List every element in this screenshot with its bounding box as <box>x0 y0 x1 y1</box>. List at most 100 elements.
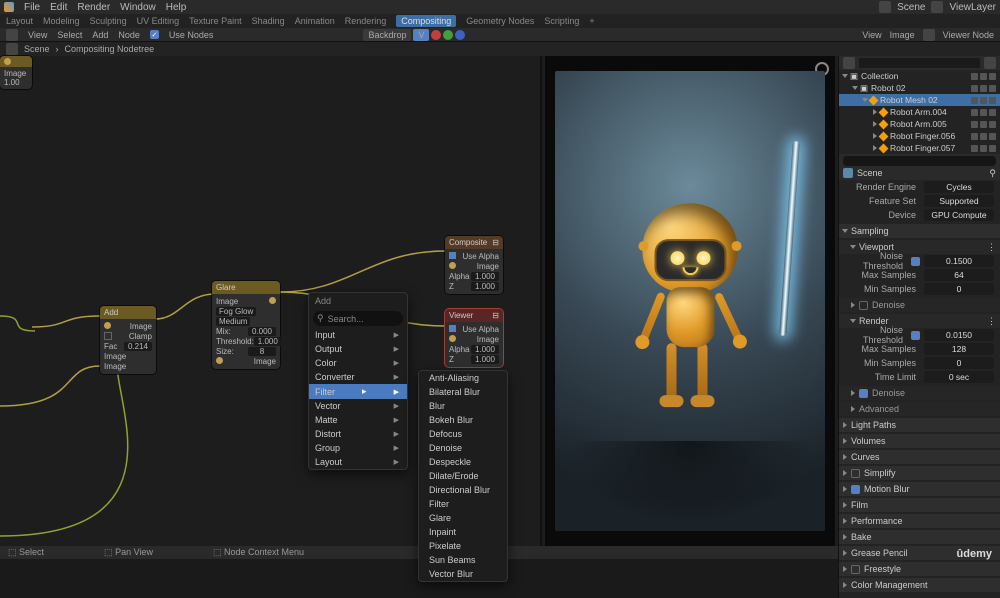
tab-compositing[interactable]: Compositing <box>396 15 456 27</box>
tab-modeling[interactable]: Modeling <box>43 16 80 26</box>
arrow-icon[interactable] <box>6 43 18 55</box>
sub-filter[interactable]: Filter <box>419 497 507 511</box>
viewlayer-icon[interactable] <box>931 1 943 13</box>
sub-dilateerode[interactable]: Dilate/Erode <box>419 469 507 483</box>
sub-defocus[interactable]: Defocus <box>419 427 507 441</box>
menu-vector[interactable]: Vector▶ <box>309 399 407 413</box>
header-view[interactable]: View <box>28 30 47 40</box>
options-icon[interactable]: ⋮ <box>987 316 996 327</box>
menu-help[interactable]: Help <box>166 2 187 13</box>
curves-section[interactable]: Curves <box>839 450 1000 464</box>
denoise-vp-section[interactable]: Denoise <box>839 298 1000 312</box>
menu-file[interactable]: File <box>24 2 40 13</box>
tab-animation[interactable]: Animation <box>295 16 335 26</box>
tab-sculpting[interactable]: Sculpting <box>90 16 127 26</box>
sub-inpaint[interactable]: Inpaint <box>419 525 507 539</box>
sub-directionalblur[interactable]: Directional Blur <box>419 483 507 497</box>
min-samples-r-value[interactable]: 0 <box>924 357 994 369</box>
sampling-section[interactable]: Sampling <box>839 224 1000 238</box>
node-viewer[interactable]: Viewer⊟ Use Alpha Image Alpha1.000 Z1.00… <box>445 309 503 367</box>
channel-g-button[interactable] <box>443 30 453 40</box>
sub-antialiasing[interactable]: Anti-Aliasing <box>419 371 507 385</box>
tab-scripting[interactable]: Scripting <box>544 16 579 26</box>
node-val[interactable]: 1.00 <box>4 78 28 87</box>
pin-icon[interactable]: ⚲ <box>989 168 996 179</box>
noise-r-value[interactable]: 0.0150 <box>924 329 994 341</box>
tab-rendering[interactable]: Rendering <box>345 16 387 26</box>
collapse-icon[interactable]: ⊟ <box>492 311 499 320</box>
menu-converter[interactable]: Converter▶ <box>309 370 407 384</box>
viewer-node-label[interactable]: Viewer Node <box>943 30 994 40</box>
scene-name[interactable]: Scene <box>897 2 925 13</box>
node-editor[interactable]: Image1.00 Add Image Clamp Fac0.214 Image… <box>0 56 540 546</box>
scene-icon[interactable] <box>879 1 891 13</box>
denoise-r-checkbox[interactable] <box>859 389 868 398</box>
channel-r-button[interactable] <box>431 30 441 40</box>
node-image-left[interactable]: Image1.00 <box>0 56 32 89</box>
sub-bokehblur[interactable]: Bokeh Blur <box>419 413 507 427</box>
channel-b-button[interactable] <box>455 30 465 40</box>
menu-render[interactable]: Render <box>77 2 110 13</box>
render-engine-select[interactable]: Cycles <box>924 181 994 193</box>
noise-r-checkbox[interactable] <box>911 331 920 340</box>
menu-input[interactable]: Input▶ <box>309 328 407 342</box>
image-browse-icon[interactable] <box>923 29 935 41</box>
menu-matte[interactable]: Matte▶ <box>309 413 407 427</box>
denoise-vp-checkbox[interactable] <box>859 301 868 310</box>
filter-icon[interactable] <box>984 57 996 69</box>
outliner-search[interactable] <box>859 58 980 68</box>
performance-section[interactable]: Performance <box>839 514 1000 528</box>
node-glare[interactable]: Glare Image Fog Glow Medium Mix:0.000 Th… <box>212 281 280 369</box>
sub-pixelate[interactable]: Pixelate <box>419 539 507 553</box>
tab-add-icon[interactable]: + <box>589 16 594 26</box>
sub-glare[interactable]: Glare <box>419 511 507 525</box>
outliner-filter-input[interactable] <box>843 156 996 166</box>
tab-uvediting[interactable]: UV Editing <box>137 16 180 26</box>
sub-vectorblur[interactable]: Vector Blur <box>419 567 507 581</box>
volumes-section[interactable]: Volumes <box>839 434 1000 448</box>
viewer-header-image[interactable]: Image <box>890 30 915 40</box>
viewer-header-view[interactable]: View <box>862 30 881 40</box>
sub-bilateralblur[interactable]: Bilateral Blur <box>419 385 507 399</box>
menu-search-field[interactable]: ⚲ Search... <box>313 311 403 326</box>
node-add[interactable]: Add Image Clamp Fac0.214 Image Image <box>100 306 156 374</box>
breadcrumb-nodetree[interactable]: Compositing Nodetree <box>65 44 155 54</box>
options-icon[interactable]: ⋮ <box>987 242 996 253</box>
sub-denoise[interactable]: Denoise <box>419 441 507 455</box>
sub-blur[interactable]: Blur <box>419 399 507 413</box>
menu-color[interactable]: Color▶ <box>309 356 407 370</box>
collapse-icon[interactable]: ⊟ <box>492 238 499 247</box>
menu-group[interactable]: Group▶ <box>309 441 407 455</box>
breadcrumb-scene[interactable]: Scene <box>24 44 50 54</box>
device-select[interactable]: GPU Compute <box>924 209 994 221</box>
motionblur-section[interactable]: Motion Blur <box>839 482 1000 496</box>
menu-filter[interactable]: Filter▸▶ <box>309 384 407 399</box>
sub-despeckle[interactable]: Despeckle <box>419 455 507 469</box>
denoise-r-section[interactable]: Denoise <box>839 386 1000 400</box>
blender-logo-icon[interactable] <box>4 2 14 12</box>
film-section[interactable]: Film <box>839 498 1000 512</box>
simplify-section[interactable]: Simplify <box>839 466 1000 480</box>
header-node[interactable]: Node <box>118 30 140 40</box>
outliner[interactable]: ▣Collection ▣Robot 02 Robot Mesh 02 Robo… <box>838 56 1000 166</box>
menu-edit[interactable]: Edit <box>50 2 67 13</box>
tab-layout[interactable]: Layout <box>6 16 33 26</box>
area-splitter[interactable] <box>540 56 542 546</box>
max-samples-r-value[interactable]: 128 <box>924 343 994 355</box>
tab-shading[interactable]: Shading <box>252 16 285 26</box>
channel-v-button[interactable]: V <box>413 29 429 41</box>
header-add[interactable]: Add <box>92 30 108 40</box>
tab-texturepaint[interactable]: Texture Paint <box>189 16 242 26</box>
header-select[interactable]: Select <box>57 30 82 40</box>
advanced-section[interactable]: Advanced <box>839 402 1000 416</box>
bake-section[interactable]: Bake <box>839 530 1000 544</box>
feature-set-select[interactable]: Supported <box>924 195 994 207</box>
colormgmt-section[interactable]: Color Management <box>839 578 1000 592</box>
time-limit-value[interactable]: 0 sec <box>924 371 994 383</box>
add-menu[interactable]: Add ⚲ Search... Input▶ Output▶ Color▶ Co… <box>308 292 408 470</box>
noise-vp-value[interactable]: 0.1500 <box>924 255 994 267</box>
menu-window[interactable]: Window <box>120 2 156 13</box>
use-nodes-checkbox[interactable]: ✓ <box>150 30 159 39</box>
viewlayer-name[interactable]: ViewLayer <box>949 2 996 13</box>
lightpaths-section[interactable]: Light Paths <box>839 418 1000 432</box>
